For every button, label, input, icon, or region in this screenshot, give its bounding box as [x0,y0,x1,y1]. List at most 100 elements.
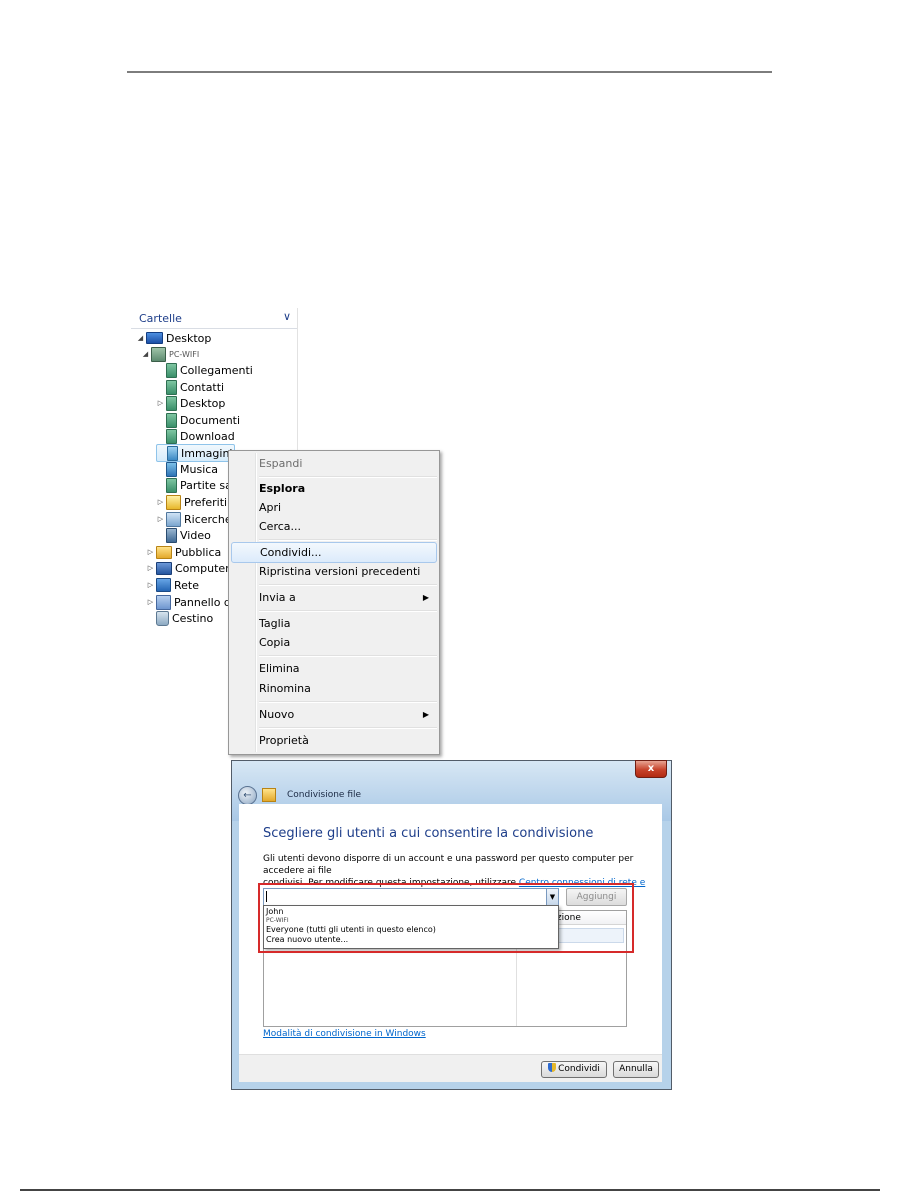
submenu-arrow-icon: ▶ [422,593,429,602]
tree-item-label: Documenti [180,413,241,427]
menu-item-label: Invia a [259,591,296,604]
tree-item-label: Partite sal [180,478,235,492]
tree-item-label: Preferiti [184,495,228,509]
tree-item-label: Download [180,429,235,443]
context-menu: Espandi Esplora Apri Cerca... Condividi.… [228,450,440,755]
desktop-icon [146,332,163,344]
menu-separator [259,476,437,478]
library-folder-icon [166,362,177,378]
menu-item-label: Espandi [259,457,303,470]
videos-folder-icon [166,527,177,543]
menu-item-rinomina[interactable]: Rinomina [231,679,437,698]
tree-item-contatti[interactable]: Contatti [156,379,224,395]
collapse-arrow-icon[interactable]: ◢ [136,334,145,342]
tree-item-label: Pannello di [174,595,234,609]
sharing-help-link[interactable]: Modalità di condivisione in Windows [263,1029,426,1039]
tree-item-label: Cestino [172,611,214,625]
recycle-bin-icon [156,610,169,626]
tree-item-desktop[interactable]: ▷ Desktop [156,395,225,411]
tree-item-documenti[interactable]: Documenti [156,412,240,428]
tree-item-video[interactable]: Video [156,527,211,543]
tree-item-label: PC-WIFI [169,349,200,359]
menu-item-label: Ripristina versioni precedenti [259,565,421,578]
collapse-arrow-icon[interactable]: ◢ [141,350,150,358]
music-folder-icon [166,461,177,477]
tree-item-musica[interactable]: Musica [156,461,218,477]
menu-item-nuovo[interactable]: Nuovo ▶ [231,705,437,724]
tree-item-pc-wifi[interactable]: ◢ PC-WIFI [141,346,199,362]
tree-item-label: Computer [175,561,230,575]
bottom-rule [20,1189,880,1191]
menu-item-esplora[interactable]: Esplora [231,479,437,498]
menu-item-proprieta[interactable]: Proprietà [231,731,437,750]
computer-icon [156,561,172,575]
tree-item-immagini[interactable]: Immagini [156,444,236,462]
expand-arrow-icon[interactable]: ▷ [146,581,155,589]
menu-item-copia[interactable]: Copia [231,633,437,652]
tree-item-download[interactable]: Download [156,428,235,444]
tree-item-pannello-di-controllo[interactable]: ▷ Pannello di [146,594,234,610]
menu-item-label: Nuovo [259,708,295,721]
menu-item-elimina[interactable]: Elimina [231,659,437,678]
public-folder-icon [156,545,172,559]
expand-arrow-icon[interactable]: ▷ [156,399,165,407]
menu-item-ripristina-versioni[interactable]: Ripristina versioni precedenti [231,562,437,581]
chevron-down-icon[interactable]: ∨ [283,310,291,323]
dialog-title: Condivisione file [287,790,362,800]
top-rule [127,71,772,73]
tree-item-pubblica[interactable]: ▷ Pubblica [146,544,221,560]
menu-item-label: Elimina [259,662,300,675]
saved-games-folder-icon [166,477,177,493]
menu-item-invia-a[interactable]: Invia a ▶ [231,588,437,607]
menu-item-apri[interactable]: Apri [231,498,437,517]
tree-item-label: Collegamenti [180,363,253,377]
tree-item-cestino[interactable]: Cestino [146,610,213,626]
tree-item-preferiti[interactable]: ▷ Preferiti [156,494,227,510]
pictures-folder-icon [167,445,178,461]
tree-item-computer[interactable]: ▷ Computer [146,560,230,576]
tree-item-rete[interactable]: ▷ Rete [146,577,199,593]
menu-item-label: Rinomina [259,682,311,695]
file-sharing-icon [262,788,276,802]
tree-item-label: Desktop [180,396,226,410]
cancel-button[interactable]: Annulla [613,1061,659,1078]
back-arrow-icon[interactable]: ← [238,786,257,805]
menu-item-label: Copia [259,636,291,649]
expand-arrow-icon[interactable]: ▷ [156,515,165,523]
tree-item-collegamenti[interactable]: Collegamenti [156,362,253,378]
menu-item-cerca[interactable]: Cerca... [231,517,437,536]
menu-separator [259,539,437,541]
file-sharing-dialog: x ← Condivisione file Scegliere gli uten… [231,760,672,1090]
expand-arrow-icon[interactable]: ▷ [156,498,165,506]
contacts-folder-icon [166,379,177,395]
dialog-footer: Condividi Annulla [239,1054,662,1082]
control-panel-icon [156,594,171,610]
menu-item-label: Condividi... [260,546,322,559]
tree-item-desktop-root[interactable]: ◢ Desktop [136,330,212,346]
menu-item-espandi[interactable]: Espandi [231,454,437,473]
expand-arrow-icon[interactable]: ▷ [146,564,155,572]
favorites-folder-icon [166,494,181,510]
close-button[interactable]: x [635,760,667,778]
share-button[interactable]: Condividi [541,1061,607,1078]
desktop-folder-icon [166,395,177,411]
menu-item-label: Esplora [259,482,306,495]
menu-item-label: Proprietà [259,734,309,747]
menu-item-label: Apri [259,501,282,514]
tree-item-ricerche[interactable]: ▷ Ricerche [156,511,232,527]
menu-separator [259,655,437,657]
shield-icon [548,1063,557,1072]
folders-header-label: Cartelle [139,312,182,325]
menu-separator [259,727,437,729]
expand-arrow-icon[interactable]: ▷ [146,548,155,556]
menu-item-taglia[interactable]: Taglia [231,614,437,633]
tree-item-label: Desktop [166,331,212,345]
menu-item-condividi[interactable]: Condividi... [231,542,437,563]
menu-item-label: Cerca... [259,520,302,533]
download-folder-icon [166,428,177,444]
share-button-label: Condividi [558,1064,600,1074]
expand-arrow-icon[interactable]: ▷ [146,598,155,606]
tree-item-partite-salvate[interactable]: Partite sal [156,477,235,493]
user-folder-icon [151,346,166,362]
folders-header[interactable]: Cartelle ∨ [131,308,297,329]
